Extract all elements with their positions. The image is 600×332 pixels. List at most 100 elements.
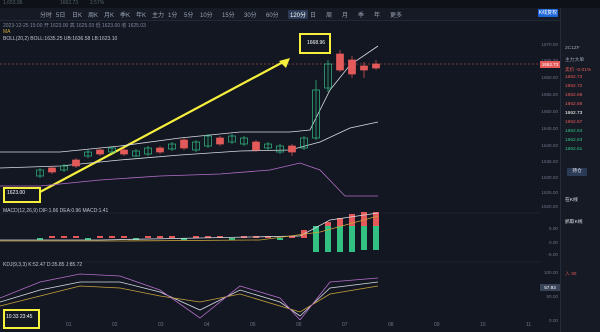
toolbar-item[interactable]: 年K — [136, 10, 146, 19]
macd-bar — [73, 236, 79, 238]
toolbar-item[interactable]: 5日 — [56, 10, 65, 19]
rp-section1: 在K线 — [565, 198, 578, 203]
time-axis-label: 04 — [204, 322, 210, 328]
time-text: 10:33 23:45 — [6, 314, 33, 320]
toolbar-item[interactable]: 30分 — [244, 10, 257, 19]
toolbar-item[interactable]: 季 — [358, 10, 364, 19]
time-axis-label: 10 — [480, 322, 486, 328]
macd-bar — [97, 236, 103, 238]
toolbar-item[interactable]: 日 — [310, 10, 316, 19]
top-indicator-2: 1662.73 — [60, 0, 79, 6]
rp-quote-row: 1662.63 — [565, 138, 583, 143]
rp-quote-row: 1662.73 — [565, 111, 583, 116]
candle-body — [48, 167, 56, 173]
time-axis-label: 06 — [296, 322, 302, 328]
boll-middle-line — [0, 121, 379, 169]
dea-line — [0, 215, 379, 242]
macd-tick: 0.00 — [549, 240, 558, 245]
time-axis-label: 09 — [434, 322, 440, 328]
macd-bar — [121, 236, 127, 238]
toolbar-item[interactable]: 5分 — [184, 10, 193, 19]
macd-bar — [229, 238, 235, 240]
kdj-tick: 100.00 — [543, 270, 558, 275]
macd-tick: -5.00 — [547, 252, 558, 257]
candle-body — [156, 147, 164, 153]
candle-body — [216, 137, 224, 145]
candle-body — [348, 59, 356, 75]
kline-chart[interactable] — [0, 20, 540, 320]
macd-bar — [49, 236, 55, 238]
macd-bar — [61, 236, 67, 238]
candle-body — [252, 141, 260, 151]
macd-tick: 5.00 — [549, 226, 558, 231]
axis-tick: 1620.00 — [541, 204, 558, 209]
macd-bar — [157, 236, 163, 238]
rp-code: 2C1ZF — [565, 46, 580, 51]
candle-body — [360, 65, 368, 71]
boll-lower-line — [0, 162, 378, 197]
rp-name: 主力大单 — [565, 58, 585, 63]
rp-quote-row: 1662.72 — [565, 84, 583, 89]
macd-bar — [145, 236, 151, 238]
d-line — [0, 285, 379, 313]
toolbar-item[interactable]: 1分 — [168, 10, 177, 19]
axis-tick: 1635.00 — [541, 159, 558, 164]
toolbar-item[interactable]: 季K — [120, 10, 130, 19]
macd-bar — [313, 226, 319, 252]
toolbar-item[interactable]: 月K — [104, 10, 114, 19]
toolbar-item[interactable]: 分时 — [40, 10, 52, 19]
toolbar-item[interactable]: 120分 — [288, 10, 309, 19]
low-price-text: 1623.00 — [7, 190, 26, 196]
rp-quote-row: 1662.64 — [565, 129, 583, 134]
toolbar-item[interactable]: 月 — [342, 10, 348, 19]
time-axis-label: 08 — [388, 322, 394, 328]
time-axis-label: 07 — [342, 322, 348, 328]
toolbar-item[interactable]: 10分 — [200, 10, 213, 19]
rp-section2: 抓取K线 — [565, 220, 583, 225]
macd-label: MACD(12,26,9) DIF:1.66 DEA:0.96 MACD:1.4… — [3, 208, 109, 214]
axis-tick: 1670.00 — [541, 42, 558, 47]
time-axis-label: 05 — [250, 322, 256, 328]
top-indicator-1: 1,653.96 — [3, 0, 23, 6]
axis-tick: 1640.00 — [541, 143, 558, 148]
right-panel: 2C1ZF 主力大单 持仓 在K线 抓取K线 入 30 卖价 -0.01% 166… — [560, 8, 600, 332]
macd-bar — [169, 236, 175, 238]
toolbar-item[interactable]: 15分 — [222, 10, 235, 19]
toolbar-item[interactable]: 主力 — [152, 10, 164, 19]
axis-tick: 1630.00 — [541, 175, 558, 180]
last-price-tag: 1662.73 — [540, 61, 560, 68]
time-axis-label: 01 — [66, 322, 72, 328]
rp-quote-row: 1662.68 — [565, 102, 583, 107]
rp-quote-row: 1662.67 — [565, 120, 583, 125]
candle-body — [72, 159, 80, 167]
rp-tail: 入 30 — [565, 272, 577, 277]
axis-tick: 1625.00 — [541, 190, 558, 195]
rp-quote-row: 卖价 -0.01% — [565, 68, 592, 73]
rp-quote-row: 1662.61 — [565, 147, 583, 152]
macd-bar — [337, 226, 343, 252]
toolbar-item[interactable]: 年 — [374, 10, 380, 19]
axis-tick: 1645.00 — [541, 126, 558, 131]
j-line — [0, 273, 379, 320]
candle-body — [120, 149, 128, 155]
candle-body — [336, 53, 344, 71]
time-axis-label: 11 — [526, 322, 532, 328]
position-button[interactable]: 持仓 — [567, 168, 587, 176]
top-indicator-3: 2.57% — [90, 0, 105, 6]
kdj-value-tag: 57.93 — [540, 284, 560, 291]
toolbar-item[interactable]: 更多 — [390, 10, 402, 19]
macd-bar — [277, 238, 283, 240]
toolbar-item[interactable]: 日K — [72, 10, 82, 19]
adjust-badge[interactable]: K线复权 — [538, 9, 558, 17]
kdj-label: KDJ(9,3,3) K:52.47 D:35.85 J:85.72 — [3, 262, 83, 268]
candle-body — [96, 149, 104, 155]
rp-quote-row: 1662.69 — [565, 93, 583, 98]
toolbar-item[interactable]: 周 — [326, 10, 332, 19]
rp-quote-row: 1662.73 — [565, 75, 583, 80]
candle-body — [372, 63, 380, 69]
kdj-tick: 0.00 — [549, 318, 558, 323]
trend-arrow-line — [39, 60, 286, 193]
kdj-tick: 50.00 — [546, 294, 559, 299]
toolbar-item[interactable]: 周K — [88, 10, 98, 19]
toolbar-item[interactable]: 60分 — [266, 10, 279, 19]
